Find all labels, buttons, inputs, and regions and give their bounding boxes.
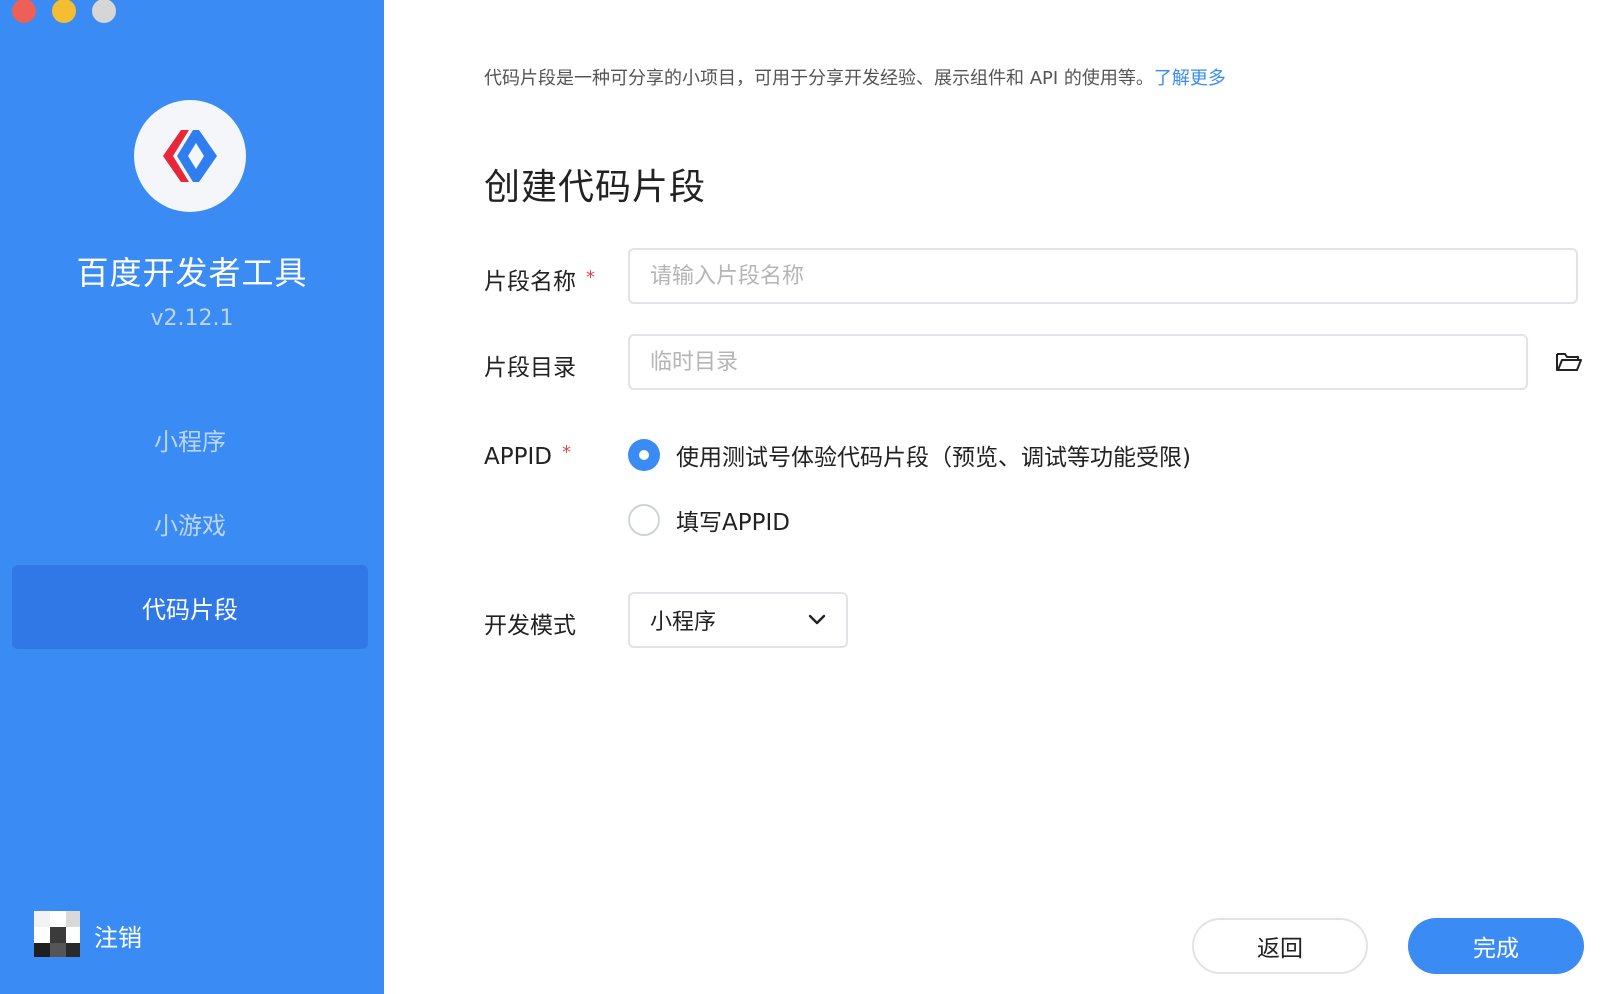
intro-text: 代码片段是一种可分享的小项目，可用于分享开发经验、展示组件和 API 的使用等。… [484,64,1226,90]
learn-more-link[interactable]: 了解更多 [1154,68,1226,89]
chevron-down-icon [808,614,826,625]
sidebar-item-label: 小游戏 [154,511,226,540]
sidebar-item-mini-game[interactable]: 小游戏 [12,481,368,565]
sidebar-item-code-snippet[interactable]: 代码片段 [12,565,368,649]
folder-open-icon[interactable] [1554,348,1584,376]
appid-label: APPID * [484,442,571,470]
radio-unselected[interactable] [628,504,660,536]
main-panel: 代码片段是一种可分享的小项目，可用于分享开发经验、展示组件和 API 的使用等。… [384,0,1624,994]
snippet-name-label: 片段名称 * [484,262,595,296]
sidebar-item-label: 小程序 [154,427,226,456]
zoom-window-button[interactable] [92,0,116,23]
back-button-label: 返回 [1257,936,1303,962]
intro-description: 代码片段是一种可分享的小项目，可用于分享开发经验、展示组件和 API 的使用等。 [484,68,1154,89]
done-button[interactable]: 完成 [1408,918,1584,974]
sidebar-item-label: 代码片段 [142,595,238,624]
appid-label-text: APPID [484,444,552,470]
logout-button[interactable]: 注销 [34,910,142,960]
snippet-name-label-text: 片段名称 [484,269,576,295]
appid-option-fill-appid[interactable]: 填写APPID [628,503,790,537]
dev-mode-select[interactable]: 小程序 [628,592,848,648]
logout-label: 注销 [94,923,142,952]
sidebar-item-mini-program[interactable]: 小程序 [12,397,368,481]
baidu-devtools-logo-icon [163,130,217,182]
dev-mode-label: 开发模式 [484,606,576,640]
minimize-window-button[interactable] [52,0,76,23]
page-title: 创建代码片段 [484,167,707,208]
snippet-dir-label-text: 片段目录 [484,355,576,381]
required-mark: * [561,442,571,463]
close-window-button[interactable] [12,0,36,23]
done-button-label: 完成 [1473,936,1519,962]
back-button[interactable]: 返回 [1192,918,1368,974]
snippet-dir-input[interactable] [628,334,1528,390]
sidebar: 百度开发者工具 v2.12.1 小程序 小游戏 代码片段 注销 [0,0,384,994]
appid-option-test-account[interactable]: 使用测试号体验代码片段（预览、调试等功能受限) [628,438,1191,472]
snippet-dir-label: 片段目录 [484,348,576,382]
radio-label: 使用测试号体验代码片段（预览、调试等功能受限) [676,445,1191,471]
required-mark: * [586,267,595,288]
app-title: 百度开发者工具 [76,254,308,292]
app-window: 百度开发者工具 v2.12.1 小程序 小游戏 代码片段 注销 代码片段是一种可… [0,0,1624,994]
avatar [34,911,82,959]
snippet-name-input[interactable] [628,248,1578,304]
dev-mode-label-text: 开发模式 [484,613,576,639]
dev-mode-value: 小程序 [650,610,717,635]
app-version: v2.12.1 [150,306,234,331]
app-logo [134,100,246,212]
radio-selected[interactable] [628,439,660,471]
radio-label: 填写APPID [676,510,790,536]
